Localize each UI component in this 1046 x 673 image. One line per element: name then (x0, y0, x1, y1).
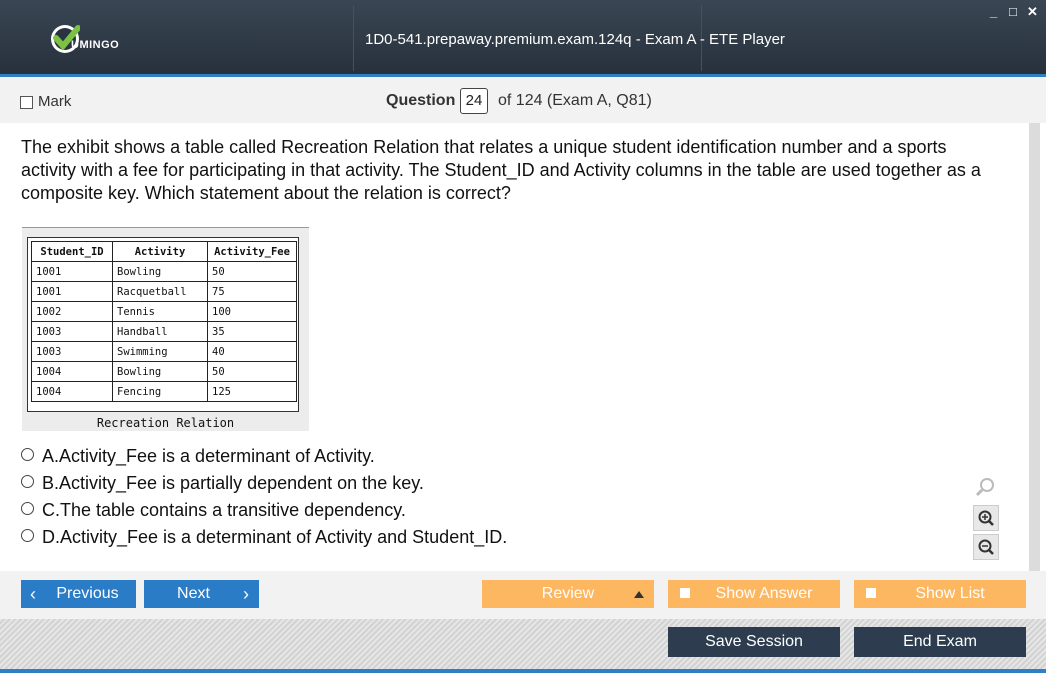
table-cell: Tennis (112, 301, 208, 322)
table-cell: Bowling (112, 361, 208, 382)
table-cell: 75 (207, 281, 297, 302)
title-separator (353, 5, 354, 71)
table-row: 1004 Bowling 50 (31, 361, 297, 382)
table-row: 1001 Racquetball 75 (31, 281, 297, 302)
logo-text: UMINGO (71, 39, 120, 51)
show-list-checkbox[interactable] (866, 588, 876, 598)
question-text: The exhibit shows a table called Recreat… (21, 137, 981, 203)
table-cell: Fencing (112, 381, 208, 402)
option-letter: A. (42, 446, 60, 466)
answer-option-a[interactable]: A.Activity_Fee is a determinant of Activ… (21, 446, 375, 467)
table-cell: 125 (207, 381, 297, 402)
answer-option-b[interactable]: B.Activity_Fee is partially dependent on… (21, 473, 424, 494)
table-cell: Bowling (112, 261, 208, 282)
chevron-right-icon: › (243, 584, 249, 604)
mark-label[interactable]: Mark (38, 93, 71, 110)
question-count: of 124 (Exam A, Q81) (498, 92, 652, 109)
radio-button[interactable] (21, 502, 34, 515)
exhibit: Student_ID Activity Activity_Fee 1001 Bow… (22, 227, 309, 431)
option-text: Activity_Fee is partially dependent on t… (59, 473, 424, 493)
next-label: Next (177, 585, 210, 602)
search-icon[interactable] (974, 476, 996, 498)
option-letter: C. (42, 500, 60, 520)
table-cell: 50 (207, 361, 297, 382)
option-text: The table contains a transitive dependen… (60, 500, 406, 520)
mark-checkbox[interactable] (20, 96, 33, 109)
save-session-button[interactable]: Save Session (668, 627, 840, 657)
show-answer-checkbox[interactable] (680, 588, 690, 598)
zoom-in-icon[interactable] (973, 505, 999, 531)
triangle-up-icon (634, 591, 644, 598)
table-row: 1002 Tennis 100 (31, 301, 297, 322)
column-header: Activity (112, 241, 208, 262)
table-row: 1004 Fencing 125 (31, 381, 297, 402)
table-cell: 1001 (31, 281, 113, 302)
radio-button[interactable] (21, 529, 34, 542)
option-text: Activity_Fee is a determinant of Activit… (59, 446, 375, 466)
show-answer-label: Show Answer (715, 585, 813, 602)
show-answer-button[interactable]: Show Answer (668, 580, 840, 608)
table-cell: 1002 (31, 301, 113, 322)
next-button[interactable]: Next › (144, 580, 259, 608)
zoom-out-icon[interactable] (973, 534, 999, 560)
recreation-table: Student_ID Activity Activity_Fee 1001 Bow… (31, 241, 297, 402)
minimize-button[interactable]: _ (990, 4, 997, 19)
table-header-row: Student_ID Activity Activity_Fee (31, 241, 297, 262)
chevron-left-icon: ‹ (30, 584, 36, 604)
exhibit-frame: Student_ID Activity Activity_Fee 1001 Bow… (27, 237, 299, 412)
question-label: Question (386, 92, 456, 109)
table-cell: 1003 (31, 321, 113, 342)
window-title: 1D0-541.prepaway.premium.exam.124q - Exa… (365, 31, 785, 48)
end-exam-button[interactable]: End Exam (854, 627, 1026, 657)
radio-button[interactable] (21, 475, 34, 488)
answer-option-d[interactable]: D.Activity_Fee is a determinant of Activ… (21, 527, 507, 548)
table-row: 1001 Bowling 50 (31, 261, 297, 282)
table-cell: 1001 (31, 261, 113, 282)
radio-button[interactable] (21, 448, 34, 461)
scrollbar[interactable] (1029, 123, 1040, 571)
table-cell: 1004 (31, 381, 113, 402)
option-text: Activity_Fee is a determinant of Activit… (60, 527, 508, 547)
maximize-button[interactable]: □ (1009, 4, 1017, 19)
show-list-label: Show List (915, 585, 985, 602)
review-button[interactable]: Review (482, 580, 654, 608)
table-cell: 40 (207, 341, 297, 362)
question-number-input[interactable]: 24 (460, 88, 488, 114)
table-cell: 50 (207, 261, 297, 282)
show-list-button[interactable]: Show List (854, 580, 1026, 608)
previous-label: Previous (56, 585, 119, 602)
column-header: Activity_Fee (207, 241, 297, 262)
table-row: 1003 Swimming 40 (31, 341, 297, 362)
table-row: 1003 Handball 35 (31, 321, 297, 342)
title-bar: UMINGO 1D0-541.prepaway.premium.exam.124… (0, 0, 1046, 74)
close-button[interactable]: ✕ (1027, 4, 1038, 20)
table-cell: Racquetball (112, 281, 208, 302)
table-cell: 100 (207, 301, 297, 322)
column-header: Student_ID (31, 241, 113, 262)
option-letter: B. (42, 473, 60, 493)
option-letter: D. (42, 527, 60, 547)
table-cell: 1004 (31, 361, 113, 382)
bottom-border (0, 669, 1046, 673)
table-cell: 1003 (31, 341, 113, 362)
table-cell: Swimming (112, 341, 208, 362)
table-cell: 35 (207, 321, 297, 342)
review-label: Review (541, 585, 595, 602)
answer-option-c[interactable]: C.The table contains a transitive depend… (21, 500, 406, 521)
exhibit-caption: Recreation Relation (96, 416, 235, 430)
previous-button[interactable]: ‹ Previous (21, 580, 136, 608)
table-cell: Handball (112, 321, 208, 342)
